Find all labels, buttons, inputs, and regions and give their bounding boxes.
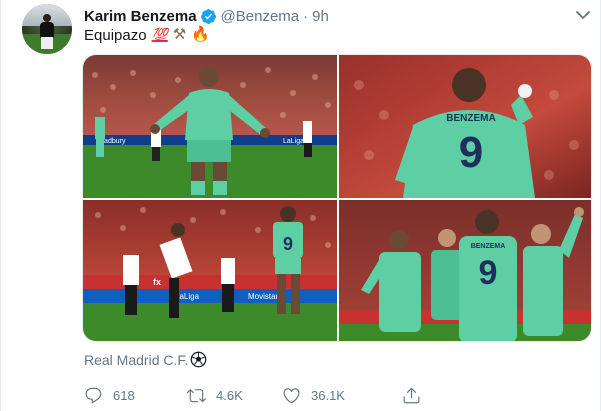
hammer-pick-emoji: ⚒: [172, 26, 187, 43]
like-icon: [283, 387, 300, 403]
author-handle[interactable]: @Benzema: [221, 8, 300, 25]
jersey-number-2: 9: [459, 128, 483, 177]
tweet-actions: 618 4.6K 36.1K: [84, 383, 584, 407]
tweet[interactable]: Karim Benzema @Benzema · 9h Equipazo 💯 ⚒…: [0, 0, 601, 411]
retweet-button[interactable]: 4.6K: [187, 383, 243, 407]
avatar[interactable]: [22, 4, 72, 54]
tweet-header: Karim Benzema @Benzema · 9h: [84, 6, 329, 26]
hundred-points-emoji: 💯: [151, 27, 168, 42]
jersey-number-4: 9: [479, 254, 498, 292]
timestamp[interactable]: 9h: [312, 8, 329, 25]
photo-2-image: BENZEMA 9: [339, 55, 591, 198]
chevron-down-icon[interactable]: [574, 8, 592, 22]
location-label: Real Madrid C.F.: [84, 351, 189, 368]
like-button[interactable]: 36.1K: [282, 383, 345, 407]
share-button[interactable]: [402, 383, 431, 407]
photo-3-image: fx LaLiga Movistar 9: [83, 200, 337, 341]
tweet-text-body: Equipazo: [84, 26, 147, 44]
media-photo-4[interactable]: BENZEMA 9: [339, 200, 591, 341]
reply-icon: [85, 387, 102, 403]
photo-4-image: BENZEMA 9: [339, 200, 591, 341]
photo-1-image: Cadbury LaLiga: [83, 55, 337, 198]
board-text-5: Movistar: [248, 292, 279, 301]
reply-count: 618: [113, 387, 135, 403]
jersey-number-3: 9: [283, 234, 293, 254]
media-photo-2[interactable]: BENZEMA 9: [339, 55, 591, 198]
share-icon: [403, 387, 420, 403]
media-grid: Cadbury LaLiga BENZEMA 9 fx LaLiga Movis…: [82, 54, 592, 342]
retweet-icon: [187, 388, 206, 402]
author-name[interactable]: Karim Benzema: [84, 8, 197, 25]
media-photo-3[interactable]: fx LaLiga Movistar 9: [83, 200, 337, 341]
board-text-3: fx: [153, 277, 161, 287]
retweet-count: 4.6K: [216, 387, 243, 403]
location-tag[interactable]: Real Madrid C.F.: [84, 351, 207, 368]
verified-badge-icon: [200, 8, 216, 24]
reply-button[interactable]: 618: [84, 383, 135, 407]
board-text-2: LaLiga: [283, 138, 304, 145]
soccer-ball-icon: [190, 351, 207, 368]
like-count: 36.1K: [311, 387, 345, 403]
tweet-text: Equipazo 💯 ⚒ 🔥: [84, 26, 210, 44]
media-photo-1[interactable]: Cadbury LaLiga: [83, 55, 337, 198]
jersey-name-4: BENZEMA: [471, 243, 506, 250]
fire-emoji: 🔥: [191, 26, 210, 43]
separator-dot: ·: [303, 7, 309, 25]
jersey-name-2: BENZEMA: [446, 113, 495, 124]
